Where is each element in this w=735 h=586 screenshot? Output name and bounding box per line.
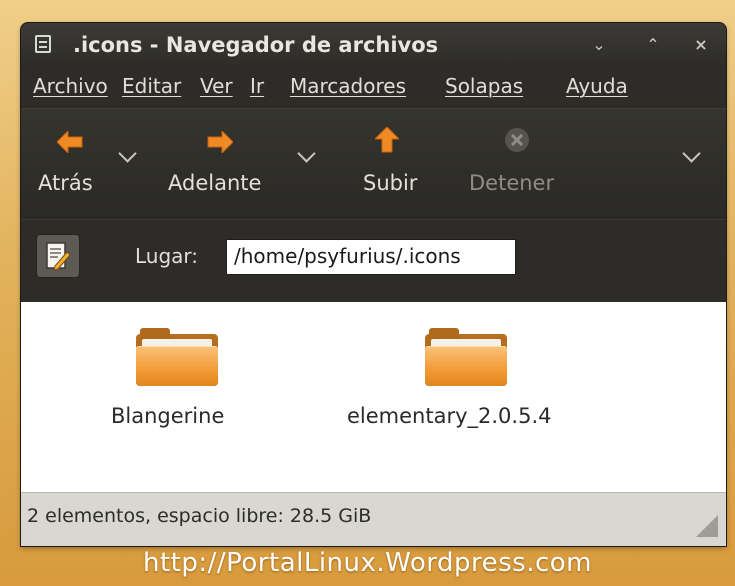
file-manager-window: .icons - Navegador de archivos ⌄ ⌃ × Arc… xyxy=(21,23,726,546)
stop-button[interactable]: Detener xyxy=(461,109,571,209)
arrow-up-icon xyxy=(375,127,399,153)
menu-editar[interactable]: Editar xyxy=(122,74,181,98)
maximize-button[interactable]: ⌃ xyxy=(641,33,665,57)
watermark: http://PortalLinux.Wordpress.com xyxy=(143,548,592,578)
menu-solapas[interactable]: Solapas xyxy=(445,74,523,98)
menu-bar: Archivo Editar Ver Ir Marcadores Solapas… xyxy=(21,67,726,107)
back-label: Atrás xyxy=(38,171,93,195)
arrow-left-icon xyxy=(57,131,83,153)
forward-label: Adelante xyxy=(168,171,262,195)
status-bar: 2 elementos, espacio libre: 28.5 GiB xyxy=(21,492,726,546)
menu-ayuda[interactable]: Ayuda xyxy=(566,74,628,98)
menu-ir[interactable]: Ir xyxy=(250,74,264,98)
window-menu-icon[interactable] xyxy=(35,35,51,53)
folder-icon xyxy=(425,328,507,386)
up-label: Subir xyxy=(363,171,418,195)
menu-archivo[interactable]: Archivo xyxy=(33,74,108,98)
resize-grip-icon[interactable] xyxy=(696,515,718,537)
toggle-location-button[interactable] xyxy=(36,234,80,278)
forward-button[interactable]: Adelante xyxy=(161,109,281,209)
status-text: 2 elementos, espacio libre: 28.5 GiB xyxy=(27,505,372,527)
up-button[interactable]: Subir xyxy=(356,109,436,209)
menu-marcadores[interactable]: Marcadores xyxy=(290,74,406,98)
file-view: Blangerine elementary_2.0.5.4 xyxy=(21,302,726,492)
folder-icon xyxy=(136,328,218,386)
menu-ver[interactable]: Ver xyxy=(200,74,233,98)
minimize-button[interactable]: ⌄ xyxy=(587,33,611,57)
file-name: elementary_2.0.5.4 xyxy=(347,404,552,428)
location-bar: Lugar: /home/psyfurius/.icons xyxy=(21,219,726,302)
toolbar: Atrás Adelante Subir Detener xyxy=(21,108,726,219)
back-button[interactable]: Atrás xyxy=(33,109,123,209)
title-bar[interactable]: .icons - Navegador de archivos ⌄ ⌃ × xyxy=(21,23,726,67)
arrow-right-icon xyxy=(207,131,233,153)
file-name: Blangerine xyxy=(111,404,225,428)
location-label: Lugar: xyxy=(135,244,199,268)
close-button[interactable]: × xyxy=(689,33,713,57)
forward-history-chevron-icon[interactable] xyxy=(297,144,316,163)
location-input[interactable]: /home/psyfurius/.icons xyxy=(226,239,516,275)
stop-icon xyxy=(505,128,529,152)
toolbar-overflow-chevron-icon[interactable] xyxy=(682,144,701,163)
edit-document-icon xyxy=(46,242,70,270)
stop-label: Detener xyxy=(469,171,555,195)
window-title: .icons - Navegador de archivos xyxy=(73,33,439,57)
